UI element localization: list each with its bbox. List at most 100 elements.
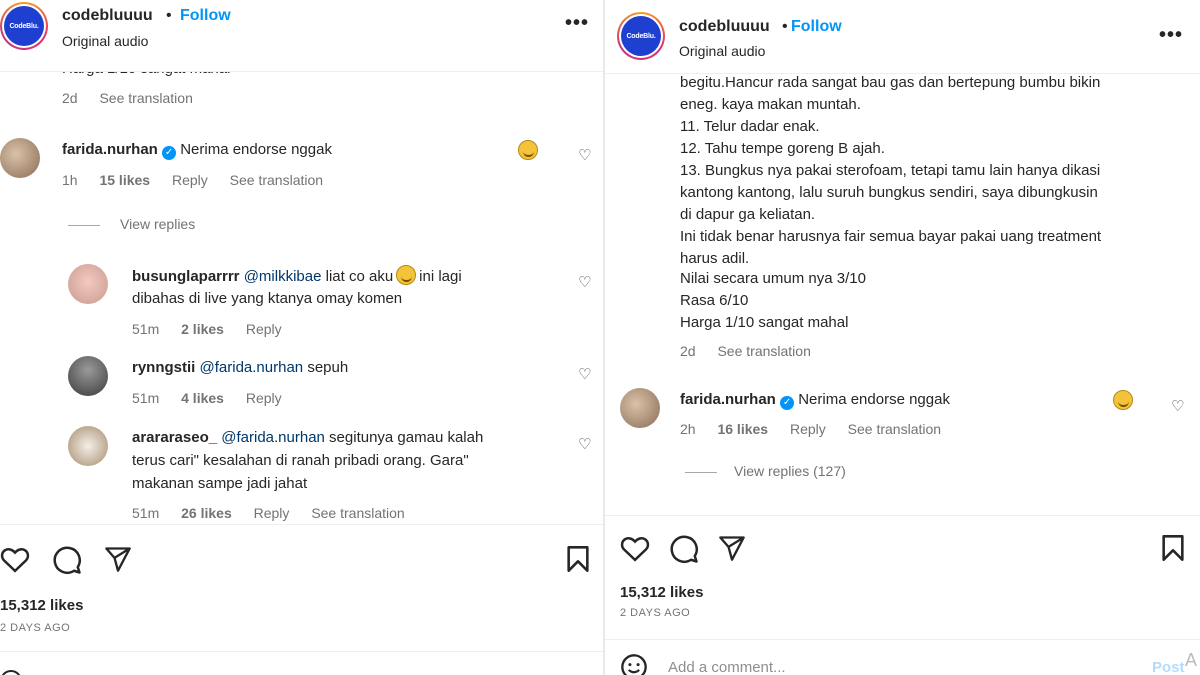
comment-bubble-icon[interactable] [52, 545, 82, 575]
verified-badge-icon: ✓ [780, 396, 795, 410]
reply-button[interactable]: Reply [254, 505, 290, 521]
see-translation-link[interactable]: See translation [230, 172, 323, 188]
comment-username[interactable]: farida.nurhan [680, 391, 776, 408]
comment-likes[interactable]: 16 likes [717, 421, 768, 437]
post-timestamp: 2 DAYS AGO [0, 622, 71, 634]
comment-meta: 1h 15 likes Reply See translation [62, 172, 341, 188]
reply-text-line2: dibahas di live yang ktanya omay komen [132, 290, 403, 307]
reply-username[interactable]: rynngstii [132, 359, 195, 376]
original-audio-link[interactable]: Original audio [62, 33, 148, 49]
emoji-picker-icon[interactable] [0, 670, 22, 675]
caption-time: 2d [62, 90, 78, 106]
comment-time: 2h [680, 421, 696, 437]
see-translation-link[interactable]: See translation [848, 421, 941, 437]
reply-button[interactable]: Reply [790, 421, 826, 437]
more-options-icon[interactable]: ••• [565, 12, 589, 35]
verified-badge-icon: ✓ [162, 146, 177, 160]
original-audio-link[interactable]: Original audio [679, 43, 765, 59]
reply-time: 51m [132, 321, 160, 337]
comment-bar [0, 651, 603, 675]
caption-line: di dapur ga keliatan. [680, 206, 816, 223]
like-comment-icon[interactable]: ♡ [578, 273, 591, 291]
comment-bubble-icon[interactable] [669, 534, 699, 564]
laughing-emoji-icon [1113, 390, 1133, 410]
caption-meta: 2d See translation [680, 343, 829, 359]
see-translation-link[interactable]: See translation [717, 343, 810, 359]
caption-meta: 2d See translation [62, 90, 211, 106]
reply-button[interactable]: Reply [246, 390, 282, 406]
like-heart-icon[interactable] [620, 534, 650, 562]
commenter-avatar[interactable] [620, 388, 660, 428]
post-timestamp: 2 DAYS AGO [620, 607, 691, 619]
follow-button[interactable]: Follow [180, 7, 231, 25]
laughing-emoji-icon [518, 140, 538, 160]
reply-likes[interactable]: 2 likes [181, 321, 224, 337]
caption-line: Rasa 6/10 [680, 292, 749, 309]
profile-avatar[interactable]: CodeBlu. [617, 12, 665, 60]
see-translation-link[interactable]: See translation [99, 90, 192, 106]
reply-button[interactable]: Reply [246, 321, 282, 337]
like-comment-icon[interactable]: ♡ [578, 435, 591, 453]
reply-username[interactable]: busunglaparrrr [132, 268, 240, 285]
see-translation-link[interactable]: See translation [311, 505, 404, 521]
mention-link[interactable]: @milkkibae [244, 268, 322, 285]
reply-meta: 51m 4 likes Reply [132, 390, 300, 406]
post-likes-count[interactable]: 15,312 likes [0, 597, 83, 614]
follow-button[interactable]: Follow [791, 18, 842, 36]
emoji-picker-icon[interactable] [620, 653, 648, 675]
reply-button[interactable]: Reply [172, 172, 208, 188]
comment-text: Nerima endorse nggak [180, 141, 332, 158]
caption-line: Harga 1/10 sangat mahal [680, 314, 849, 331]
comment-likes[interactable]: 15 likes [99, 172, 150, 188]
view-replies-line [68, 225, 100, 226]
view-replies-line [685, 472, 717, 473]
laughing-emoji-icon [396, 265, 417, 285]
caption-line: 11. Telur dadar enak. [680, 118, 820, 135]
bookmark-save-icon[interactable] [1161, 534, 1185, 562]
like-comment-icon[interactable]: ♡ [1171, 397, 1184, 415]
caption-line: 13. Bungkus nya pakai sterofoam, tetapi … [680, 162, 1101, 179]
like-heart-icon[interactable] [0, 545, 30, 573]
reply-text: liat co aku [325, 268, 394, 285]
share-send-icon[interactable] [104, 545, 132, 573]
like-comment-icon[interactable]: ♡ [578, 146, 591, 164]
post-likes-count[interactable]: 15,312 likes [620, 584, 703, 601]
reply-meta: 51m 2 likes Reply [132, 321, 300, 337]
caption-line: Nilai secara umum nya 3/10 [680, 270, 866, 287]
reply-text: sepuh [307, 359, 349, 376]
reply-text-cont: ini lagi [419, 268, 462, 285]
view-replies-button[interactable]: View replies (127) [734, 463, 846, 479]
post-username[interactable]: codebluuuu [679, 18, 770, 36]
post-comment-button[interactable]: Post [1152, 659, 1185, 675]
more-options-icon[interactable]: ••• [1159, 24, 1183, 47]
post-header: CodeBlu. codebluuuu • Follow Original au… [0, 0, 603, 72]
caption-line: 12. Tahu tempe goreng B ajah. [680, 140, 885, 157]
reply-likes[interactable]: 26 likes [181, 505, 232, 521]
post-username[interactable]: codebluuuu [62, 7, 153, 25]
caption-line: eneg. kaya makan muntah. [680, 96, 861, 113]
add-comment-input[interactable]: Add a comment... [668, 659, 786, 675]
reply-avatar[interactable] [68, 356, 108, 396]
caption-line: Ini tidak benar harusnya fair semua baya… [680, 228, 1102, 245]
reply-text: segitunya gamau kalah [329, 429, 484, 446]
comment-username[interactable]: farida.nurhan [62, 141, 158, 158]
reply: rynngstii @farida.nurhan sepuh [132, 357, 348, 379]
post-actions: 15,312 likes 2 DAYS AGO [0, 524, 603, 675]
like-comment-icon[interactable]: ♡ [578, 365, 591, 383]
view-replies-button[interactable]: View replies [120, 216, 195, 232]
reply-text-line2: terus cari" kesalahan di ranah pribadi o… [132, 452, 469, 469]
bookmark-save-icon[interactable] [566, 545, 590, 573]
reply-avatar[interactable] [68, 264, 108, 304]
avatar-logo-text: CodeBlu. [4, 6, 44, 46]
commenter-avatar[interactable] [0, 138, 40, 178]
reply: busunglaparrrr @milkkibae liat co aku ini… [132, 265, 462, 288]
reply-avatar[interactable] [68, 426, 108, 466]
mention-link[interactable]: @farida.nurhan [221, 429, 325, 446]
profile-avatar[interactable]: CodeBlu. [0, 2, 48, 50]
comment-time: 1h [62, 172, 78, 188]
mention-link[interactable]: @farida.nurhan [200, 359, 304, 376]
reply-likes[interactable]: 4 likes [181, 390, 224, 406]
share-send-icon[interactable] [718, 534, 746, 562]
watermark-letter: A [1185, 650, 1198, 670]
reply-username[interactable]: arararaseo_ [132, 429, 217, 446]
